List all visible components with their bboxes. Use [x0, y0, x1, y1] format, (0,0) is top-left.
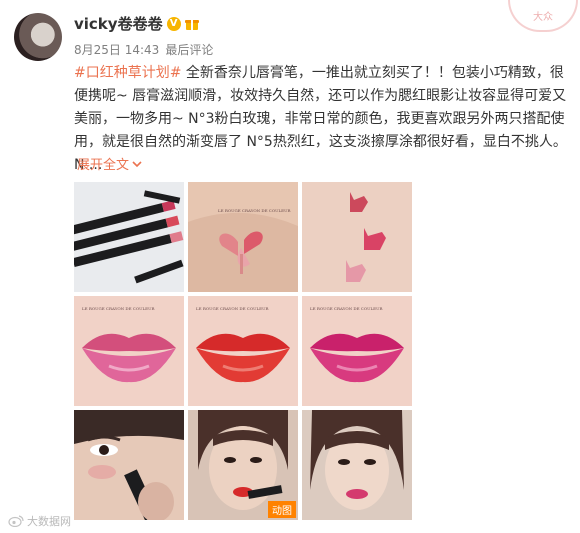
weibo-logo-icon	[8, 515, 24, 527]
photo-heart-swatch[interactable]: LE ROUGE CRAYON DE COULEUR	[188, 182, 298, 292]
photo-face-applying[interactable]	[74, 410, 184, 520]
lips-fuchsia-caption: LE ROUGE CRAYON DE COULEUR	[310, 306, 383, 311]
username-link[interactable]: vicky卷卷卷	[74, 13, 163, 34]
post-text: #口红种草计划# 全新香奈儿唇膏笔，一推出就立刻买了！！包装小巧精致，很便携呢~…	[74, 62, 568, 177]
member-gift-icon[interactable]	[184, 17, 199, 31]
expand-full-text-button[interactable]: 展开全文	[77, 154, 142, 173]
corner-stamp: 大众	[508, 0, 578, 32]
photo-cat-swatch[interactable]	[302, 182, 412, 292]
chevron-down-icon	[132, 160, 142, 167]
post-source[interactable]: 最后评论	[165, 41, 213, 58]
photo-face-finished[interactable]	[302, 410, 412, 520]
verified-badge-icon[interactable]: V	[166, 16, 181, 31]
gif-badge: 动图	[268, 501, 296, 518]
topic-link[interactable]: #口红种草计划#	[74, 65, 181, 81]
photo-lips-fuchsia[interactable]: LE ROUGE CRAYON DE COULEUR	[302, 296, 412, 406]
lips-red-caption: LE ROUGE CRAYON DE COULEUR	[196, 306, 269, 311]
watermark: 大数据网	[8, 513, 71, 529]
stamp-text: 大众	[533, 11, 553, 23]
weibo-post: 大众 vicky卷卷卷 V 8月25日 14:43 最后评论 #口红种草计划# …	[0, 0, 580, 533]
post-body: 全新香奈儿唇膏笔，一推出就立刻买了！！包装小巧精致，很便携呢~ 唇膏滋润顺滑，妆…	[74, 65, 567, 173]
photo-lipstick-pens[interactable]	[74, 182, 184, 292]
lips-pink-caption: LE ROUGE CRAYON DE COULEUR	[82, 306, 155, 311]
avatar[interactable]	[14, 13, 62, 61]
watermark-text: 大数据网	[27, 515, 71, 528]
post-time[interactable]: 8月25日 14:43	[74, 41, 159, 58]
swatch-caption: LE ROUGE CRAYON DE COULEUR	[218, 208, 291, 213]
expand-label: 展开全文	[77, 158, 130, 173]
post-meta: 8月25日 14:43 最后评论	[74, 41, 213, 58]
photo-lips-red[interactable]: LE ROUGE CRAYON DE COULEUR	[188, 296, 298, 406]
photo-lips-pink[interactable]: LE ROUGE CRAYON DE COULEUR	[74, 296, 184, 406]
photo-face-lipstick[interactable]: 动图	[188, 410, 298, 520]
post-author: vicky卷卷卷 V	[74, 13, 199, 34]
image-grid: LE ROUGE CRAYON DE COULEUR LE ROUGE CRAY…	[74, 182, 412, 520]
